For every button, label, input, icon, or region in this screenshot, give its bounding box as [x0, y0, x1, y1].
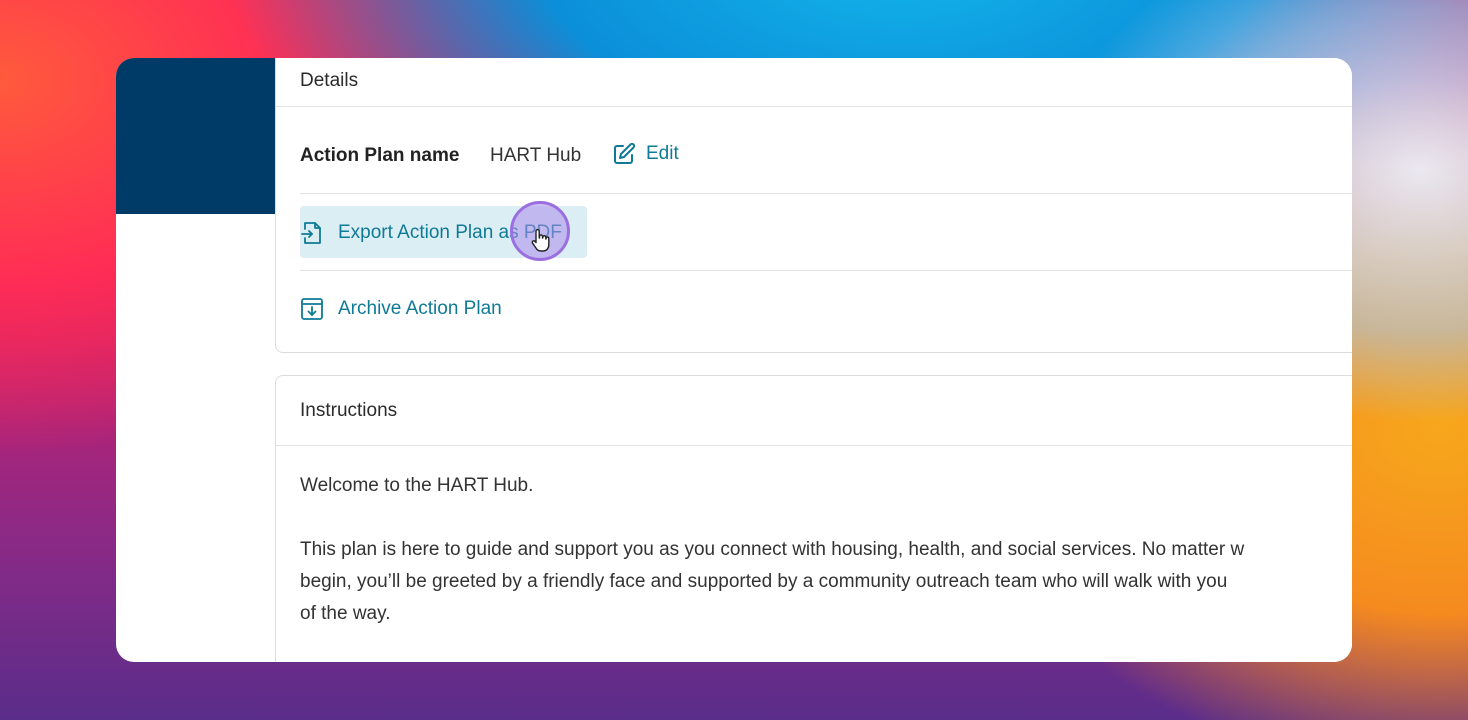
- export-file-icon: [300, 220, 324, 246]
- instructions-welcome: Welcome to the HART Hub.: [300, 475, 534, 496]
- archive-button[interactable]: Archive Action Plan: [300, 296, 502, 322]
- details-title: Details: [300, 70, 359, 91]
- divider: [276, 445, 1352, 446]
- app-window: Details Action Plan name HART Hub Edit E…: [116, 58, 1352, 662]
- instructions-body-line: begin, you’ll be greeted by a friendly f…: [300, 571, 1228, 592]
- divider: [300, 270, 1352, 271]
- hand-pointer-icon: [530, 228, 550, 257]
- instructions-panel: Instructions Welcome to the HART Hub. Th…: [275, 375, 1352, 662]
- details-panel: Details Action Plan name HART Hub Edit E…: [275, 58, 1352, 353]
- edit-button[interactable]: Edit: [612, 142, 679, 166]
- action-plan-name-value: HART Hub: [490, 145, 582, 166]
- archive-icon: [300, 296, 324, 322]
- action-plan-name-label: Action Plan name: [300, 145, 460, 166]
- instructions-body-line: of the way.: [300, 603, 391, 624]
- divider: [300, 193, 1352, 194]
- instructions-title: Instructions: [300, 400, 398, 421]
- instructions-body-line: This plan is here to guide and support y…: [300, 539, 1245, 560]
- edit-icon: [612, 142, 636, 166]
- edit-label: Edit: [646, 143, 679, 164]
- sidebar-header: [116, 58, 276, 214]
- archive-label: Archive Action Plan: [338, 298, 502, 319]
- divider: [276, 106, 1352, 107]
